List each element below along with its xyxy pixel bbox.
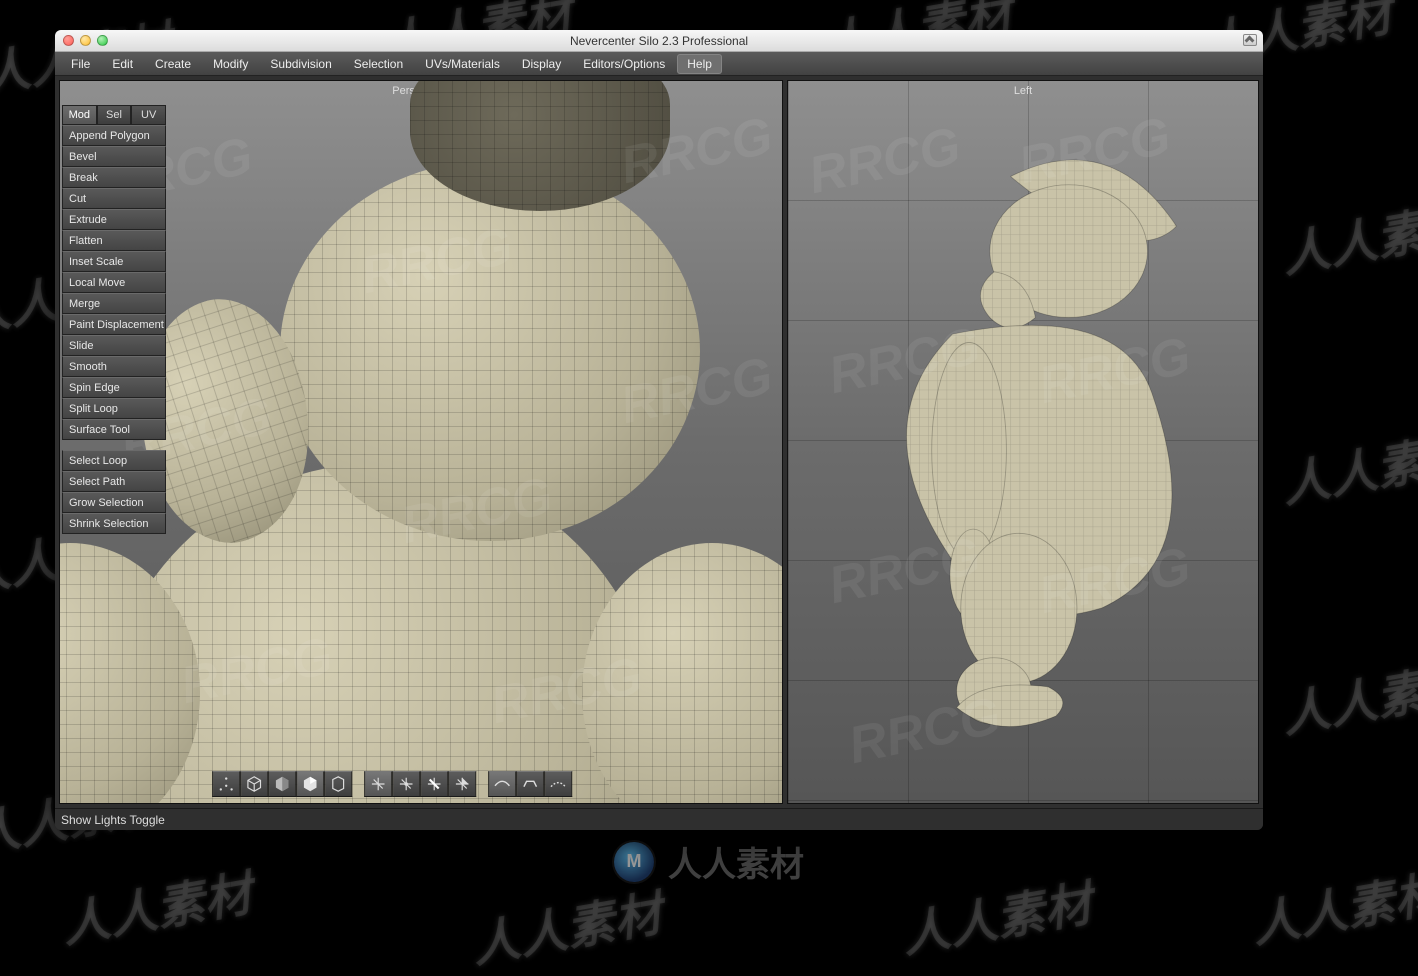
select-object-icon[interactable] [364, 771, 392, 797]
tool-append-polygon[interactable]: Append Polygon [62, 125, 166, 146]
component-mode-group [364, 771, 476, 797]
watermark-text: 人人素材 [55, 854, 256, 956]
tool-smooth[interactable]: Smooth [62, 356, 166, 377]
shade-smooth-icon[interactable] [296, 771, 324, 797]
tool-shrink-selection[interactable]: Shrink Selection [62, 513, 166, 534]
soft-select-group [488, 771, 572, 797]
tool-tab-mod[interactable]: Mod [62, 105, 97, 125]
viewport-toolbar [212, 771, 572, 797]
tool-spin-edge[interactable]: Spin Edge [62, 377, 166, 398]
tool-flatten[interactable]: Flatten [62, 230, 166, 251]
watermark-text: 人人素材 [895, 864, 1096, 966]
minimize-icon[interactable] [80, 35, 91, 46]
tool-split-loop[interactable]: Split Loop [62, 398, 166, 419]
watermark-text: 人人素材 [465, 874, 666, 976]
tool-tab-sel[interactable]: Sel [97, 105, 132, 125]
tool-bevel[interactable]: Bevel [62, 146, 166, 167]
watermark-text: 人人素材 [1245, 854, 1418, 956]
viewport-left[interactable]: Left [787, 80, 1259, 804]
fullscreen-icon[interactable] [1243, 34, 1257, 46]
statusbar: Show Lights Toggle [55, 808, 1263, 830]
shade-wire-icon[interactable] [240, 771, 268, 797]
model-left [788, 81, 1258, 803]
tool-grow-selection[interactable]: Grow Selection [62, 492, 166, 513]
shade-textured-icon[interactable] [324, 771, 352, 797]
tool-tab-uv[interactable]: UV [131, 105, 166, 125]
select-edge-icon[interactable] [420, 771, 448, 797]
watermark-text: 人人素材 [1275, 644, 1418, 746]
shade-points-icon[interactable] [212, 771, 240, 797]
tool-merge[interactable]: Merge [62, 293, 166, 314]
tool-surface-tool[interactable]: Surface Tool [62, 419, 166, 440]
tool-panel: Mod Sel UV Append Polygon Bevel Break Cu… [62, 105, 166, 534]
tool-extrude[interactable]: Extrude [62, 209, 166, 230]
close-icon[interactable] [63, 35, 74, 46]
app-window: Nevercenter Silo 2.3 Professional File E… [55, 30, 1263, 830]
tool-local-move[interactable]: Local Move [62, 272, 166, 293]
menu-uvs-materials[interactable]: UVs/Materials [415, 54, 510, 74]
select-vertex-icon[interactable] [392, 771, 420, 797]
window-title: Nevercenter Silo 2.3 Professional [55, 34, 1263, 48]
menu-help[interactable]: Help [677, 54, 722, 74]
workspace: Perspective RRCG RRCG RRCG RRCG RRCG RRC… [55, 76, 1263, 808]
window-controls [55, 35, 108, 46]
watermark-text: 人人素材 [1275, 414, 1418, 516]
model-perspective [60, 81, 782, 803]
menu-create[interactable]: Create [145, 54, 201, 74]
soft-square-icon[interactable] [516, 771, 544, 797]
shade-flat-icon[interactable] [268, 771, 296, 797]
titlebar[interactable]: Nevercenter Silo 2.3 Professional [55, 30, 1263, 52]
tool-break[interactable]: Break [62, 167, 166, 188]
select-face-icon[interactable] [448, 771, 476, 797]
menu-display[interactable]: Display [512, 54, 571, 74]
menu-selection[interactable]: Selection [344, 54, 413, 74]
tool-cut[interactable]: Cut [62, 188, 166, 209]
statusbar-text: Show Lights Toggle [61, 813, 165, 827]
menu-modify[interactable]: Modify [203, 54, 258, 74]
menubar: File Edit Create Modify Subdivision Sele… [55, 52, 1263, 76]
tool-select-path[interactable]: Select Path [62, 471, 166, 492]
menu-file[interactable]: File [61, 54, 100, 74]
tool-panel-tabs: Mod Sel UV [62, 105, 166, 125]
tool-paint-displacement[interactable]: Paint Displacement [62, 314, 166, 335]
menu-edit[interactable]: Edit [102, 54, 143, 74]
menu-editors-options[interactable]: Editors/Options [573, 54, 675, 74]
zoom-icon[interactable] [97, 35, 108, 46]
shading-mode-group [212, 771, 352, 797]
tool-select-loop[interactable]: Select Loop [62, 450, 166, 471]
menu-subdivision[interactable]: Subdivision [260, 54, 341, 74]
soft-off-icon[interactable] [488, 771, 516, 797]
soft-dome-icon[interactable] [544, 771, 572, 797]
tool-inset-scale[interactable]: Inset Scale [62, 251, 166, 272]
watermark-text: 人人素材 [1275, 184, 1418, 286]
viewport-perspective[interactable]: Perspective RRCG RRCG RRCG RRCG RRCG RRC… [59, 80, 783, 804]
tool-slide[interactable]: Slide [62, 335, 166, 356]
